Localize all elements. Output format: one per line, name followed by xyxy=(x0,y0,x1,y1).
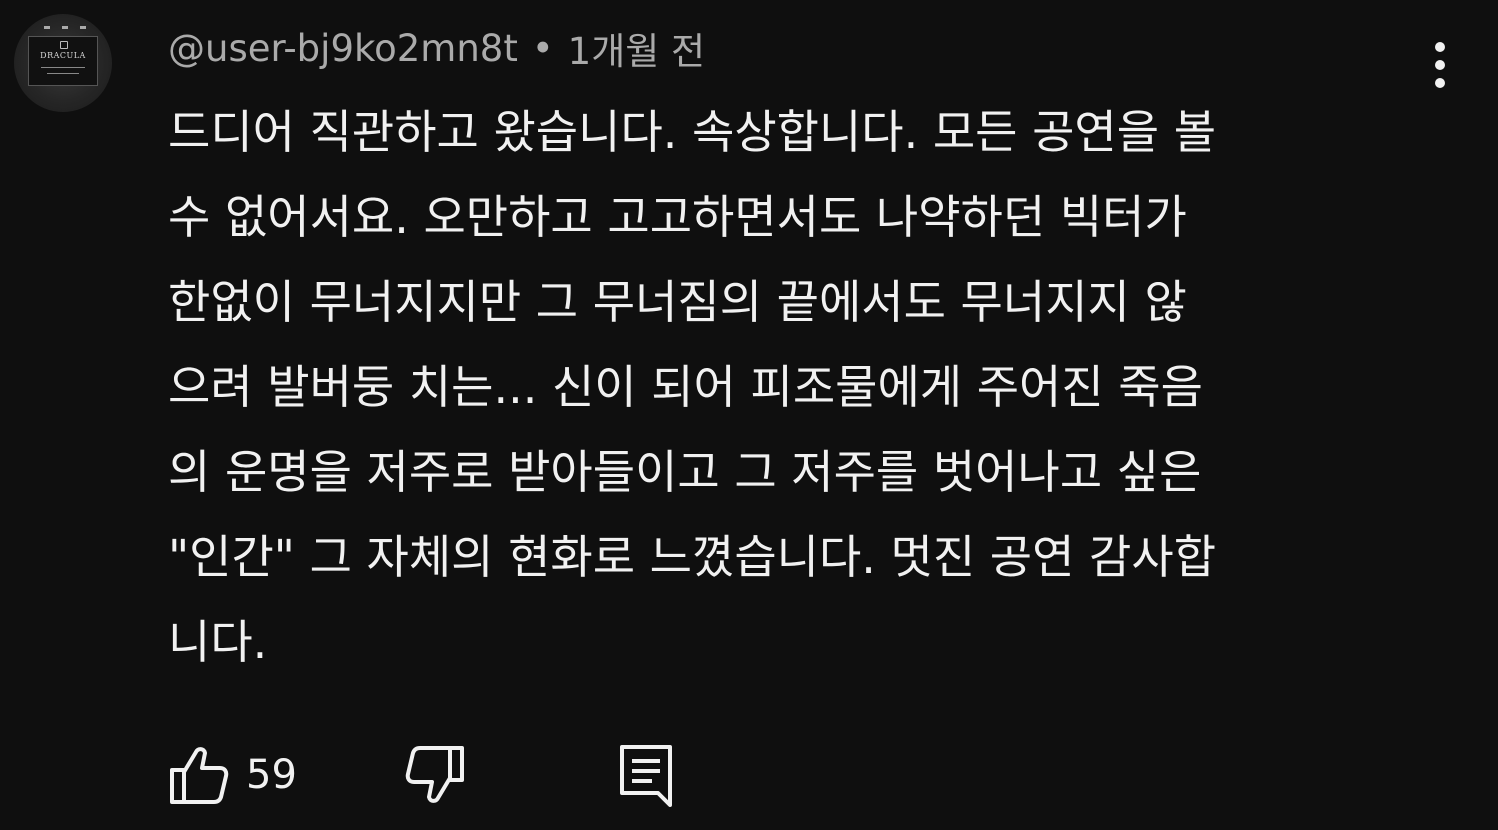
comment-time[interactable]: 1개월 전 xyxy=(568,21,705,75)
thumbs-down-icon xyxy=(404,744,466,806)
avatar-logo-text: DRACULA xyxy=(40,51,86,60)
avatar-lamp xyxy=(62,26,68,29)
reply-comment-icon xyxy=(618,743,674,807)
thumbs-up-icon xyxy=(168,744,230,806)
comment-header: @user-bj9ko2mn8t • 1개월 전 xyxy=(168,22,705,74)
avatar-lamp xyxy=(44,26,50,29)
more-options-button[interactable] xyxy=(1420,36,1460,94)
comment-author[interactable]: @user-bj9ko2mn8t xyxy=(168,27,518,70)
dislike-button[interactable] xyxy=(404,740,466,810)
more-vertical-icon-dot xyxy=(1435,42,1445,52)
meta-separator: • xyxy=(531,26,554,70)
avatar-poster-line xyxy=(47,73,79,74)
more-vertical-icon-dot xyxy=(1435,78,1445,88)
reply-button[interactable] xyxy=(618,740,674,810)
comment-text: 드디어 직관하고 왔습니다. 속상합니다. 모든 공연을 볼 수 없어서요. 오… xyxy=(168,105,1217,669)
more-vertical-icon-dot xyxy=(1435,60,1445,70)
avatar-lamp xyxy=(80,26,86,29)
avatar-poster: DRACULA xyxy=(28,36,98,86)
like-count: 59 xyxy=(246,752,297,798)
avatar-crest-icon xyxy=(60,41,68,49)
like-button[interactable]: 59 xyxy=(168,740,297,810)
avatar-poster-line xyxy=(41,67,85,68)
avatar[interactable]: DRACULA xyxy=(14,14,112,112)
